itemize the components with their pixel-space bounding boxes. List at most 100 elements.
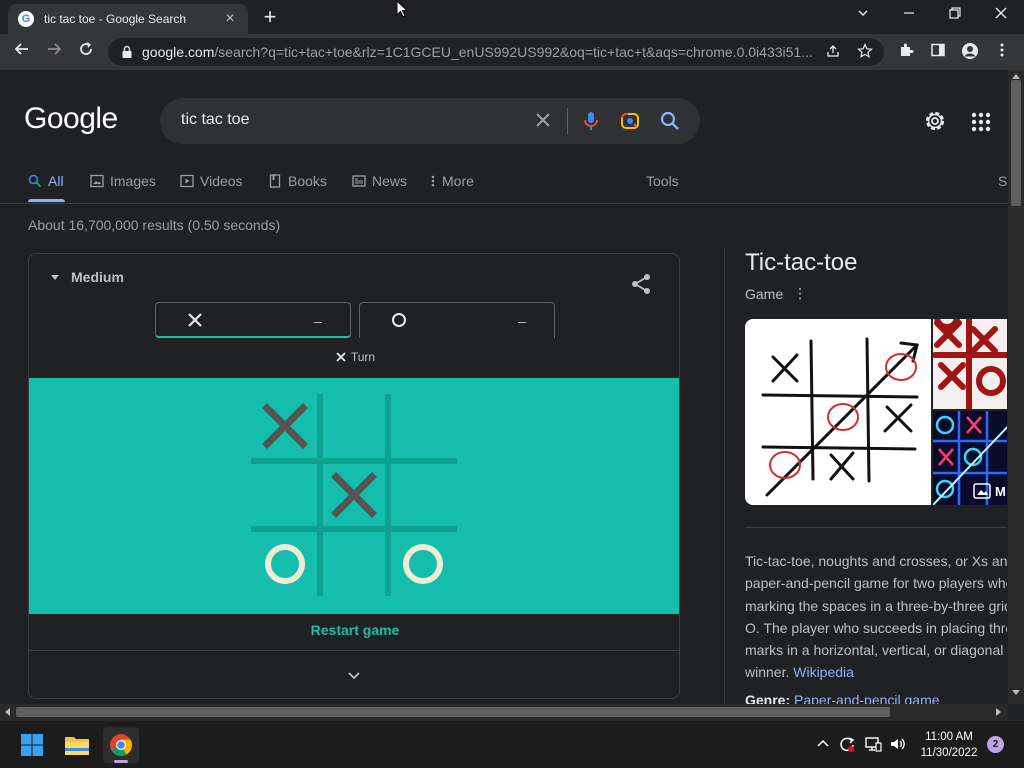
play-icon [180, 174, 194, 188]
tab-books[interactable]: Books [268, 172, 327, 190]
search-icon [28, 174, 42, 188]
close-window-icon[interactable] [986, 4, 1016, 28]
new-tab-button[interactable]: + [258, 6, 282, 30]
restore-icon[interactable] [940, 4, 970, 28]
difficulty-label: Medium [71, 269, 124, 285]
more-images-button[interactable]: M [973, 483, 1006, 499]
red-tic-tac-toe-image[interactable] [932, 319, 1007, 412]
tab-images[interactable]: Images [90, 172, 156, 190]
profile-icon[interactable] [960, 42, 980, 62]
knowledge-panel-rule [745, 527, 1007, 528]
forward-icon[interactable] [42, 40, 66, 64]
news-icon [352, 175, 366, 187]
board-cell-6[interactable] [389, 461, 457, 529]
url-text[interactable]: google.com/search?q=tic+tac+toe&rlz=1C1G… [142, 44, 814, 60]
board-cell-7[interactable] [251, 530, 319, 598]
extensions-icon[interactable] [896, 42, 916, 62]
tab-more[interactable]: More [430, 172, 474, 190]
x-mark-icon [262, 403, 308, 449]
board-cell-9[interactable] [389, 530, 457, 598]
file-explorer-icon[interactable] [59, 727, 95, 763]
google-logo[interactable]: Google [24, 102, 118, 136]
turn-indicator: Turn [29, 350, 679, 364]
chrome-taskbar-icon[interactable] [103, 727, 139, 763]
tab-news[interactable]: News [352, 172, 407, 190]
chrome-menu-icon[interactable] [992, 42, 1012, 62]
safesearch-partial-label[interactable]: S [998, 173, 1007, 189]
o-mark-icon [265, 544, 305, 584]
back-icon[interactable] [10, 40, 34, 64]
active-tab-indicator [28, 199, 65, 202]
board-cell-3[interactable] [389, 392, 457, 460]
difficulty-dropdown[interactable]: Medium [51, 269, 124, 285]
tab-all[interactable]: All [28, 172, 64, 190]
google-apps-icon[interactable] [969, 110, 993, 134]
tab-close-icon[interactable]: × [222, 10, 238, 28]
network-icon[interactable] [864, 735, 882, 753]
scroll-up-icon[interactable] [1012, 74, 1020, 79]
vertical-scrollbar[interactable] [1008, 70, 1024, 704]
side-panel-icon[interactable] [928, 42, 948, 62]
share-icon[interactable] [629, 272, 653, 296]
board-cell-2[interactable] [320, 392, 388, 460]
scroll-right-icon[interactable] [996, 708, 1001, 716]
knowledge-panel-images[interactable]: M [745, 319, 1007, 505]
tab-videos[interactable]: Videos [180, 172, 243, 190]
restart-game-button[interactable]: Restart game [29, 614, 679, 651]
player-o-score-box[interactable]: – [359, 302, 555, 338]
board-cell-4[interactable] [251, 461, 319, 529]
more-options-icon[interactable]: ⋮ [793, 285, 807, 302]
book-icon [269, 174, 281, 188]
image-icon [90, 174, 104, 188]
clock-date: 11/30/2022 [920, 747, 978, 759]
chevron-down-icon[interactable] [345, 666, 363, 684]
voice-search-icon[interactable] [580, 110, 602, 132]
notification-badge[interactable]: 2 [987, 736, 1004, 753]
scroll-left-icon[interactable] [5, 708, 10, 716]
settings-gear-icon[interactable] [922, 108, 948, 134]
search-tabs: All Images Videos Books News More Tools [28, 166, 1024, 204]
lock-icon[interactable] [120, 45, 134, 59]
address-bar[interactable]: google.com/search?q=tic+tac+toe&rlz=1C1G… [108, 38, 884, 66]
caret-down-icon [51, 274, 59, 280]
tab-search-icon[interactable] [848, 4, 878, 28]
turn-label: Turn [350, 350, 376, 364]
minimize-icon[interactable] [894, 4, 924, 28]
genre-link[interactable]: Paper-and-pencil game [794, 692, 940, 704]
windows-taskbar: 11:00 AM 11/30/2022 2 [0, 720, 1024, 768]
board-cell-1[interactable] [251, 392, 319, 460]
chevron-up-icon[interactable] [814, 735, 832, 753]
windows-start-icon[interactable] [14, 727, 50, 763]
o-mark-icon [403, 544, 443, 584]
tic-tac-toe-sketch-image[interactable] [745, 319, 931, 505]
player-x-score-box[interactable]: – [155, 302, 351, 338]
search-submit-icon[interactable] [659, 110, 681, 132]
tools-button[interactable]: Tools [646, 172, 679, 190]
browser-tab[interactable]: G tic tac toe - Google Search × [8, 4, 248, 34]
knowledge-panel-title: Tic-tac-toe [745, 249, 858, 276]
knowledge-panel-description: Tic-tac-toe, noughts and crosses, or Xs … [745, 553, 1007, 681]
search-input[interactable]: tic tac toe [181, 111, 249, 129]
tab-title: tic tac toe - Google Search [44, 12, 187, 26]
tab-strip: G tic tac toe - Google Search × + [0, 0, 1024, 34]
vertical-scroll-thumb[interactable] [1011, 80, 1021, 206]
share-page-icon[interactable] [824, 43, 842, 61]
search-box[interactable]: tic tac toe [160, 98, 700, 144]
volume-icon[interactable] [889, 735, 907, 753]
tabs-divider [0, 203, 1008, 204]
reload-icon[interactable] [74, 40, 98, 64]
scroll-down-icon[interactable] [1012, 690, 1020, 695]
tic-tac-toe-game: Medium – – Turn Restart game [28, 253, 680, 699]
wikipedia-link[interactable]: Wikipedia [793, 664, 854, 680]
board-cell-5[interactable] [320, 461, 388, 529]
more-vert-icon [431, 175, 435, 187]
lens-search-icon[interactable] [619, 110, 641, 132]
bookmark-star-icon[interactable] [856, 43, 874, 61]
horizontal-scroll-thumb[interactable] [16, 707, 890, 717]
clear-search-icon[interactable] [532, 109, 554, 131]
knowledge-panel-subtitle: Game ⋮ [745, 285, 808, 302]
board-cell-8[interactable] [320, 530, 388, 598]
horizontal-scrollbar[interactable] [0, 704, 1008, 720]
system-clock[interactable]: 11:00 AM 11/30/2022 [914, 729, 984, 761]
sync-icon[interactable] [838, 735, 856, 753]
